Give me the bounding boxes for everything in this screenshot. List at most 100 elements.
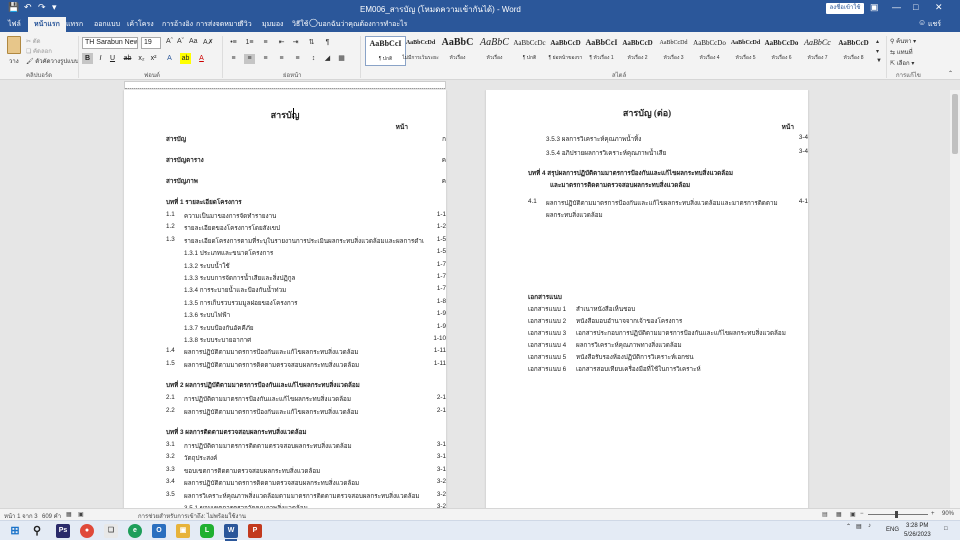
font-name-combo[interactable]: TH Sarabun New xyxy=(82,37,138,49)
appendix-entry[interactable]: เอกสารแนบ 3 เอกสารประกอบการปฏิบัติตามมาตร… xyxy=(528,328,798,338)
toc-entry[interactable]: 1.3.8 ระบบระบายอากาศ 1-10 xyxy=(166,335,446,345)
tab-home[interactable]: หน้าแรก xyxy=(28,17,66,32)
appendix-entry[interactable]: เอกสารแนบ 6 เอกสารสอบเทียบเครื่องมือที่ใช… xyxy=(528,364,798,374)
web-layout-icon[interactable]: ▣ xyxy=(850,511,856,518)
tray-chevron-icon[interactable]: ⌃ xyxy=(846,523,851,530)
toc-entry[interactable]: บทที่ 1 รายละเอียดโครงการ xyxy=(166,197,446,207)
clock-time[interactable]: 3:28 PM xyxy=(906,523,928,529)
word-taskbar-icon[interactable]: W xyxy=(224,524,238,538)
copy-button[interactable]: ❏ คัดลอก xyxy=(26,46,52,56)
tab-mailings[interactable]: การส่งจดหมาย xyxy=(196,19,242,30)
clock-date[interactable]: 5/26/2023 xyxy=(904,532,931,538)
tab-help[interactable]: วิธีใช้ xyxy=(292,19,308,30)
share-icon[interactable]: ☺ xyxy=(918,18,926,27)
replace-button[interactable]: ⇆ แทนที่ xyxy=(890,47,913,57)
toc-entry[interactable]: 1.3.6 ระบบไฟฟ้า 1-9 xyxy=(166,310,446,320)
outlook-icon[interactable]: O xyxy=(152,524,166,538)
edge-icon[interactable]: e xyxy=(128,524,142,538)
styles-scroll-up-icon[interactable]: ▴ xyxy=(876,38,879,45)
zoom-out-icon[interactable]: − xyxy=(860,511,864,517)
toc-entry[interactable]: ผลกระทบสิ่งแวดล้อม xyxy=(528,210,808,220)
zoom-level[interactable]: 90% xyxy=(942,511,954,517)
appendix-entry[interactable]: เอกสารแนบ 2 หนังสือมอบอำนาจจากเจ้าของโครง… xyxy=(528,316,798,326)
zoom-slider-knob[interactable] xyxy=(895,511,898,518)
toc-entry[interactable]: สารบัญ ก xyxy=(166,134,446,144)
tab-references[interactable]: การอ้างอิง xyxy=(162,19,193,30)
horizontal-ruler[interactable] xyxy=(124,81,446,89)
style-heading-2[interactable]: AaBbCcD หัวเรื่อง 2 xyxy=(617,36,658,66)
toc-entry[interactable]: 3.5 ผลการวิเคราะห์คุณภาพสิ่งแวดล้อมตามมาต… xyxy=(166,491,446,501)
signin-button[interactable]: ลงชื่อเข้าใช้ xyxy=(826,3,864,14)
search-icon[interactable]: ⚲ xyxy=(30,524,44,538)
tab-view[interactable]: มุมมอง xyxy=(262,19,283,30)
page-1[interactable]: สารบัญ หน้า สารบัญกสารบัญตารางคสารบัญภาพ… xyxy=(124,90,446,508)
underline-button[interactable]: U xyxy=(107,53,118,64)
tab-review[interactable]: รีวิว xyxy=(240,19,252,30)
numbering-icon[interactable]: 1≡ xyxy=(244,38,255,48)
zoom-slider[interactable] xyxy=(868,514,928,515)
task-view-icon[interactable]: ❏ xyxy=(104,524,118,538)
toc-entry[interactable]: 1.3.1 ประเภทและขนาดโครงการ 1-5 xyxy=(166,248,446,258)
share-button[interactable]: แชร์ xyxy=(928,19,941,30)
line-spacing-icon[interactable]: ↕ xyxy=(308,54,319,64)
format-painter-button[interactable]: 🖌 ตัวคัดวางรูปแบบ xyxy=(26,56,79,66)
input-language[interactable]: ENG xyxy=(886,527,899,533)
page-2[interactable]: สารบัญ (ต่อ) หน้า 3.5.3 ผลการวิเคราะห์คุ… xyxy=(486,90,808,508)
toc-entry[interactable]: 3.5.3 ผลการวิเคราะห์คุณภาพน้ำทิ้ง 3-4 xyxy=(528,134,808,144)
save-icon[interactable]: 💾 xyxy=(8,2,19,13)
italic-button[interactable]: I xyxy=(95,53,106,64)
toc-entry[interactable]: 1.3.7 ระบบป้องกันอัคคีภัย 1-9 xyxy=(166,323,446,333)
minimize-icon[interactable]: — xyxy=(892,2,901,12)
macro-icon[interactable]: ▣ xyxy=(78,511,84,518)
toc-entry[interactable]: 1.3 รายละเอียดโครงการตามที่ระบุในรายงานกา… xyxy=(166,236,446,246)
paste-button-label[interactable]: วาง xyxy=(9,56,19,66)
ribbon-display-icon[interactable]: ▣ xyxy=(870,2,879,13)
zoom-in-icon[interactable]: + xyxy=(931,511,935,517)
thai-distributed-icon[interactable]: ≡ xyxy=(292,54,303,64)
font-size-combo[interactable]: 19 xyxy=(141,37,161,49)
style-normal-2[interactable]: AaBbCcDc ¶ ปกติ xyxy=(509,36,550,66)
toc-entry[interactable]: 3.4 ผลการปฏิบัติตามมาตรการติดตามตรวจสอบผล… xyxy=(166,478,446,488)
style-heading-8[interactable]: AaBbCcD หัวเรื่อง 8 xyxy=(833,36,874,66)
customize-qat-icon[interactable]: ▾ xyxy=(52,2,57,13)
toc-entry[interactable]: สารบัญตาราง ค xyxy=(166,155,446,165)
style-heading-7[interactable]: AaBbCc หัวเรื่อง 7 xyxy=(797,36,838,66)
chrome-icon[interactable]: ● xyxy=(80,524,94,538)
volume-icon[interactable]: ♪ xyxy=(868,523,871,529)
bullets-icon[interactable]: •≡ xyxy=(228,38,239,48)
appendix-entry[interactable]: เอกสารแนบ 1 สำเนาหนังสือเห็นชอบ xyxy=(528,304,798,314)
toc-entry[interactable]: 1.1 ความเป็นมาของการจัดทำรายงาน 1-1 xyxy=(166,211,446,221)
appendix-entry[interactable]: เอกสารแนบ 5 หนังสือรับรองห้องปฏิบัติการวิ… xyxy=(528,352,798,362)
toc-entry[interactable]: บทที่ 3 ผลการติดตามตรวจสอบผลกระทบสิ่งแวด… xyxy=(166,427,446,437)
toc-entry[interactable]: 1.3.5 การเก็บรวบรวมมูลฝอยของโครงการ 1-8 xyxy=(166,298,446,308)
toc-entry[interactable]: 1.2 รายละเอียดของโครงการโดยสังเขป 1-2 xyxy=(166,223,446,233)
clear-format-icon[interactable]: A✗ xyxy=(203,38,214,46)
vertical-scrollbar[interactable] xyxy=(950,90,960,508)
text-effects-icon[interactable]: A xyxy=(164,53,175,64)
show-marks-icon[interactable]: ¶ xyxy=(322,38,333,48)
strikethrough-button[interactable]: ab xyxy=(122,53,133,64)
powerpoint-icon[interactable]: P xyxy=(248,524,262,538)
styles-scroll-down-icon[interactable]: ▾ xyxy=(876,48,879,55)
shrink-font-icon[interactable]: Aˇ xyxy=(177,38,184,45)
increase-indent-icon[interactable]: ⇥ xyxy=(290,38,301,48)
toc-entry[interactable]: 1.3.4 การระบายน้ำและป้องกันน้ำท่วม 1-7 xyxy=(166,285,446,295)
proofing-icon[interactable]: ▦ xyxy=(66,511,72,518)
toc-entry[interactable]: 1.3.3 ระบบการจัดการน้ำเสียและสิ่งปฏิกูล 1… xyxy=(166,273,446,283)
toc-entry[interactable]: 4.1 ผลการปฏิบัติตามมาตรการป้องกันและแก้ไข… xyxy=(528,198,808,208)
align-center-icon[interactable]: ≡ xyxy=(244,54,255,64)
document-canvas[interactable]: สารบัญ หน้า สารบัญกสารบัญตารางคสารบัญภาพ… xyxy=(0,90,950,508)
read-mode-icon[interactable]: ▤ xyxy=(822,511,828,518)
tab-file[interactable]: ไฟล์ xyxy=(8,19,21,30)
select-button[interactable]: ⇱ เลือก ▾ xyxy=(890,58,914,68)
style-heading-4[interactable]: AaBbCcDo หัวเรื่อง 4 xyxy=(689,36,730,66)
styles-more-icon[interactable]: ▼ xyxy=(876,58,882,64)
toc-entry[interactable]: 2.1 การปฏิบัติตามมาตรการป้องกันและแก้ไขผล… xyxy=(166,394,446,404)
font-color-icon[interactable]: A xyxy=(196,53,207,64)
style-list-paragraph[interactable]: AaBbCcD ¶ ย่อหน้าของรา xyxy=(545,36,586,66)
print-layout-icon[interactable]: ▦ xyxy=(836,511,842,518)
close-icon[interactable]: ✕ xyxy=(935,2,943,13)
sort-icon[interactable]: ⇅ xyxy=(306,38,317,48)
justify-icon[interactable]: ≡ xyxy=(276,54,287,64)
decrease-indent-icon[interactable]: ⇤ xyxy=(276,38,287,48)
